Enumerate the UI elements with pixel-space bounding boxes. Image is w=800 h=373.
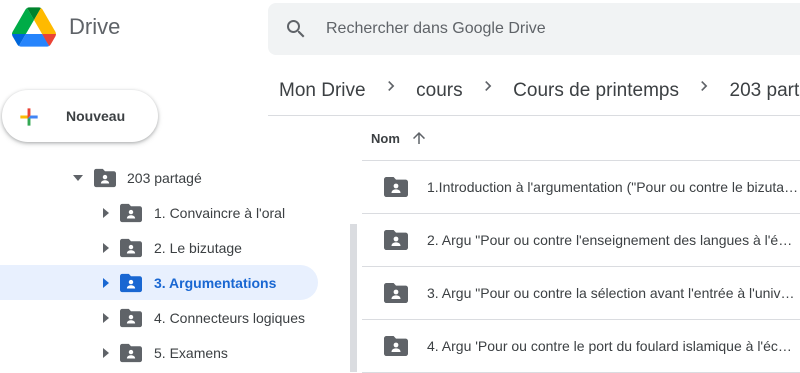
- shared-folder-icon: [384, 283, 408, 303]
- shared-folder-icon: [120, 203, 142, 223]
- caret-right-icon[interactable]: [101, 208, 111, 218]
- sidebar-scrollbar[interactable]: [350, 224, 357, 372]
- file-row[interactable]: 2. Argu "Pour ou contre l'enseignement d…: [362, 214, 800, 267]
- chevron-right-icon: [701, 81, 708, 91]
- tree-item-label: 3. Argumentations: [154, 275, 277, 291]
- header-divider: [268, 115, 800, 116]
- chevron-right-icon: [485, 81, 492, 91]
- arrow-up-icon[interactable]: [410, 129, 428, 147]
- tree-item-examens[interactable]: 5. Examens: [0, 335, 318, 370]
- caret-right-icon[interactable]: [101, 278, 111, 288]
- caret-right-icon[interactable]: [101, 348, 111, 358]
- file-row-name: 4. Argu 'Pour ou contre le port du foula…: [427, 338, 799, 354]
- app-name: Drive: [69, 14, 121, 39]
- shared-folder-icon: [120, 238, 142, 258]
- new-button[interactable]: Nouveau: [2, 90, 158, 142]
- google-drive-logo-icon[interactable]: [12, 7, 56, 47]
- caret-right-icon[interactable]: [101, 313, 111, 323]
- search-icon[interactable]: [284, 17, 308, 41]
- tree-item-203-partage[interactable]: 203 partagé: [0, 160, 318, 195]
- breadcrumb-item-cours-de-printemps[interactable]: Cours de printemps: [513, 80, 679, 102]
- shared-folder-icon: [384, 336, 408, 356]
- search-input[interactable]: [326, 16, 766, 42]
- tree-item-label: 2. Le bizutage: [154, 240, 242, 256]
- tree-item-connecteurs[interactable]: 4. Connecteurs logiques: [0, 300, 318, 335]
- breadcrumb: Mon Drive cours Cours de printemps 203 p…: [279, 76, 800, 102]
- tree-item-bizutage[interactable]: 2. Le bizutage: [0, 230, 318, 265]
- caret-down-icon[interactable]: [73, 173, 83, 183]
- caret-right-icon[interactable]: [101, 243, 111, 253]
- tree-item-argumentations[interactable]: 3. Argumentations: [0, 265, 318, 300]
- tree-item-convaincre[interactable]: 1. Convaincre à l'oral: [0, 195, 318, 230]
- file-row[interactable]: 3. Argu "Pour ou contre la sélection ava…: [362, 267, 800, 320]
- file-row[interactable]: 4. Argu 'Pour ou contre le port du foula…: [362, 320, 800, 373]
- breadcrumb-item-203-partage[interactable]: 203 partagé: [730, 80, 800, 102]
- tree-item-label: 203 partagé: [127, 170, 202, 186]
- file-row-name: 3. Argu "Pour ou contre la sélection ava…: [427, 285, 799, 301]
- shared-folder-icon: [384, 230, 408, 250]
- tree-item-label: 1. Convaincre à l'oral: [154, 205, 286, 221]
- file-row-name: 1.Introduction à l'argumentation ("Pour …: [427, 179, 799, 195]
- search-bar[interactable]: [268, 3, 800, 55]
- shared-folder-icon: [120, 343, 142, 363]
- shared-folder-icon: [120, 273, 142, 293]
- breadcrumb-item-cours[interactable]: cours: [416, 80, 462, 102]
- chevron-right-icon: [388, 81, 395, 91]
- tree-item-label: 5. Examens: [154, 345, 228, 361]
- list-header: Nom: [362, 118, 800, 161]
- new-button-label: Nouveau: [66, 108, 126, 124]
- shared-folder-icon: [94, 168, 116, 188]
- plus-icon: [20, 108, 38, 126]
- shared-folder-icon: [384, 177, 408, 197]
- breadcrumb-item-mon-drive[interactable]: Mon Drive: [279, 80, 366, 102]
- file-row-name: 2. Argu "Pour ou contre l'enseignement d…: [427, 232, 799, 248]
- shared-folder-icon: [120, 308, 142, 328]
- file-row[interactable]: 1.Introduction à l'argumentation ("Pour …: [362, 161, 800, 214]
- tree-item-label: 4. Connecteurs logiques: [154, 310, 305, 326]
- column-name-header[interactable]: Nom: [371, 131, 400, 146]
